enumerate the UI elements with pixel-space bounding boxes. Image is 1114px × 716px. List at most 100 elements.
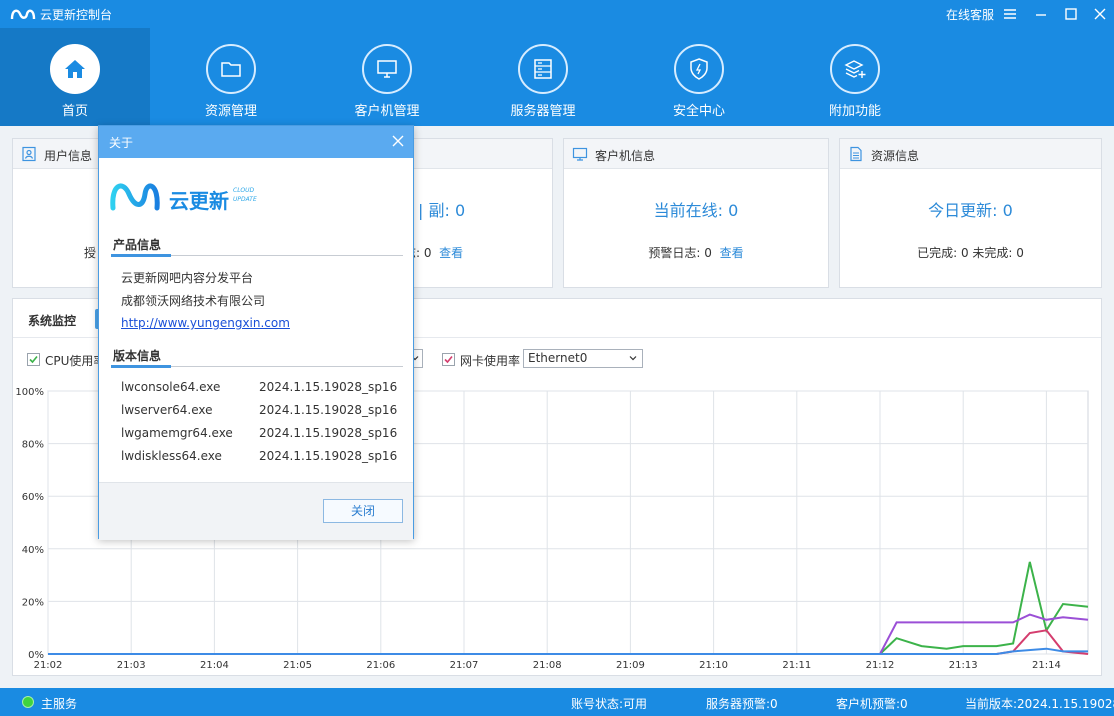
network-adapter-value: Ethernet0 [528,351,588,365]
resource-info-title: 资源信息 [871,149,920,163]
resource-today-updates: 今日更新: 0 [928,201,1013,220]
x-tick-label: 21:13 [949,660,978,671]
nav-clients-label: 客户机管理 [354,104,420,119]
check-icon [29,355,38,364]
x-tick-label: 21:08 [533,660,562,671]
nav-addons-label: 附加功能 [828,104,881,119]
nav-clients[interactable]: 客户机管理 [312,28,462,126]
cpu-checkbox[interactable] [27,353,40,366]
cpu-usage-label: CPU使用率 [45,354,106,368]
version-info-heading: 版本信息 [113,349,162,363]
check-icon [444,355,453,364]
about-dialog-footer: 关闭 [99,482,413,540]
y-tick-label: 100% [15,387,44,398]
nav-resources[interactable]: 资源管理 [156,28,306,126]
about-dialog-title: 关于 [109,136,134,150]
resource-progress: 已完成: 0 未完成: 0 [917,246,1024,260]
network-adapter-select[interactable]: Ethernet0 [523,349,643,368]
client-info-title: 客户机信息 [595,149,656,163]
system-monitor-title: 系统监控 [28,314,77,328]
close-button[interactable]: 关闭 [323,499,403,523]
client-card-icon [572,147,588,161]
nav-home-label: 首页 [61,104,88,119]
close-window-icon[interactable] [1090,4,1110,24]
menu-icon[interactable] [1000,4,1020,24]
x-tick-label: 21:02 [34,660,63,671]
version-number: 2024.1.15.19028_sp16 [259,403,398,417]
monitor-icon [377,60,397,78]
version-file: lwgamemgr64.exe [121,426,233,440]
y-tick-label: 20% [22,597,44,608]
status-bar: 主服务 账号状态:可用 服务器预警:0 客户机预警:0 当前版本:2024.1.… [0,688,1114,716]
client-log-view-link[interactable]: 查看 [720,246,744,260]
product-name: 云更新网吧内容分发平台 [121,271,254,285]
logo-subtext: CLOUD UPDATE [233,187,257,203]
main-service-label: 主服务 [41,697,78,711]
resource-info-card: 资源信息 今日更新: 0 已完成: 0 未完成: 0 [839,138,1102,288]
product-info-heading: 产品信息 [113,238,162,252]
logo-text: 云更新 [169,189,229,213]
x-tick-label: 21:11 [782,660,811,671]
version-info-section: 版本信息 [111,345,403,368]
document-icon [850,146,862,162]
nav-addons[interactable]: 附加功能 [780,28,930,126]
nav-servers-label: 服务器管理 [510,104,576,119]
version-number: 2024.1.15.19028_sp16 [259,426,398,440]
client-warning-count: 客户机预警:0 [836,697,908,711]
version-number: 2024.1.15.19028_sp16 [259,380,398,394]
about-dialog-header: 关于 [99,126,413,158]
nav-security-label: 安全中心 [672,104,725,119]
product-info-section: 产品信息 [111,234,403,257]
client-info-card: 客户机信息 当前在线: 0 预警日志: 0 查看 [563,138,829,288]
nav-home[interactable]: 首页 [0,28,150,126]
nav-resources-label: 资源管理 [204,104,257,119]
version-file: lwdiskless64.exe [121,449,222,463]
nav-servers[interactable]: 服务器管理 [468,28,618,126]
x-tick-label: 21:09 [616,660,645,671]
x-tick-label: 21:12 [866,660,895,671]
x-tick-label: 21:14 [1032,660,1061,671]
user-info-fragment: 授 [84,246,97,260]
x-tick-label: 21:06 [366,660,395,671]
server-log-view-link[interactable]: 查看 [439,246,463,260]
version-file: lwserver64.exe [121,403,213,417]
about-dialog: 关于 云更新 CLOUD UPDATE 产品信息 云更新网吧内容分发平台 成都领… [98,125,414,540]
y-tick-label: 40% [22,545,44,556]
user-card-icon [22,146,36,162]
app-logo-icon [10,9,36,20]
online-support-link[interactable]: 在线客服 [946,6,994,23]
client-online-count: 当前在线: 0 [653,201,739,220]
maximize-icon[interactable] [1061,4,1081,24]
home-icon [65,60,85,78]
company-name: 成都领沃网络技术有限公司 [121,294,266,308]
x-tick-label: 21:07 [450,660,479,671]
y-tick-label: 60% [22,492,44,503]
version-file: lwconsole64.exe [121,380,221,394]
current-version: 当前版本:2024.1.15.19028 [965,697,1114,711]
main-nav: 首页 资源管理 客户机管理 服务器管理 安全中心 附加功能 [0,28,1114,126]
version-number: 2024.1.15.19028_sp16 [259,449,398,463]
server-warning-count: 服务器预警:0 [706,697,778,711]
nav-security[interactable]: 安全中心 [624,28,774,126]
server-icon [534,59,552,79]
x-tick-label: 21:05 [283,660,312,671]
x-tick-label: 21:03 [117,660,146,671]
chevron-down-icon [629,356,637,361]
client-warn-log: 预警日志: 0 查看 [648,246,744,260]
user-info-title: 用户信息 [44,149,93,163]
shield-icon [690,58,708,80]
layers-plus-icon [844,60,866,78]
y-tick-label: 80% [22,440,44,451]
network-checkbox[interactable] [442,353,455,366]
x-tick-label: 21:10 [699,660,728,671]
title-bar: 云更新控制台 在线客服 [0,0,1114,28]
close-icon[interactable] [391,134,405,148]
network-usage-label: 网卡使用率 [460,354,521,368]
folder-icon [221,62,241,77]
server-info-count: | 副: 0 [418,201,466,220]
account-status: 账号状态:可用 [571,697,648,711]
service-status-icon [22,696,34,708]
website-link[interactable]: http://www.yungengxin.com [121,316,290,330]
minimize-icon[interactable] [1031,4,1051,24]
window-title: 云更新控制台 [40,8,113,22]
